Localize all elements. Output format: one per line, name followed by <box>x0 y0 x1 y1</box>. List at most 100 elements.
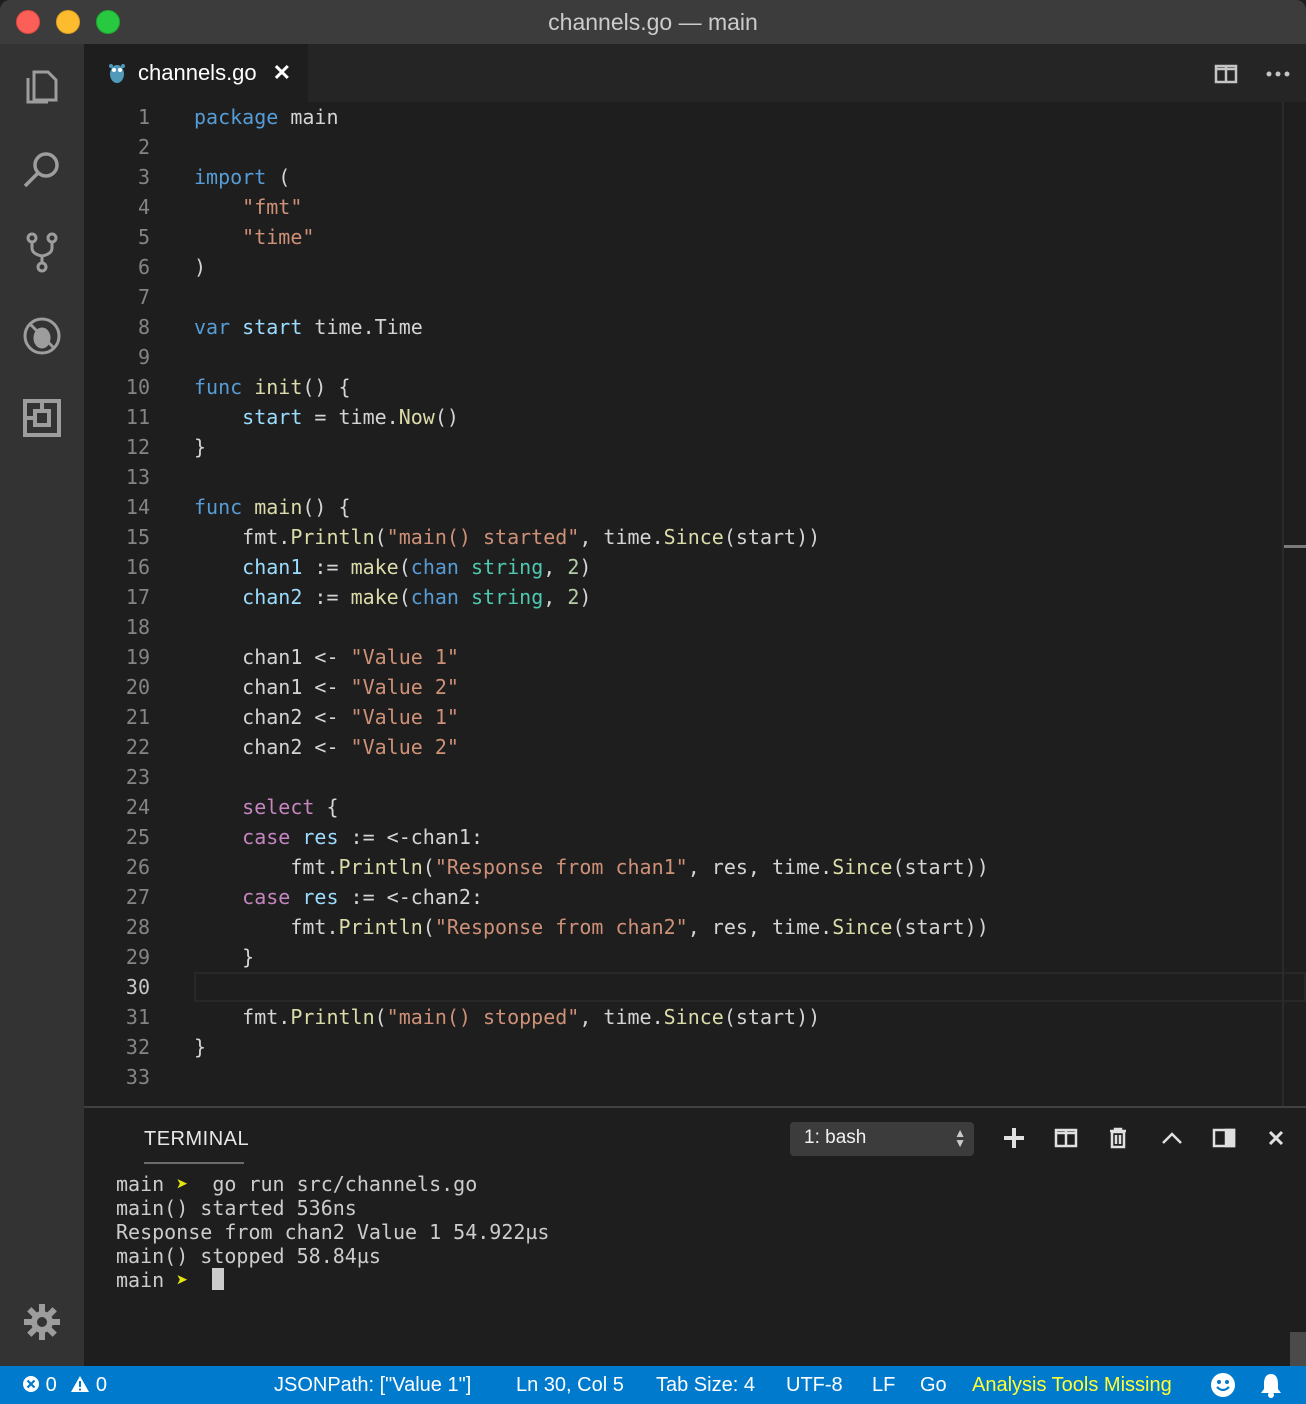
terminal-line: main ➤ go run src/channels.go <box>116 1172 478 1196</box>
tab-size[interactable]: Tab Size: 4 <box>656 1374 755 1397</box>
warning-count: 0 <box>95 1374 107 1396</box>
terminal-select-value: 1: bash <box>804 1127 867 1148</box>
new-terminal-button[interactable] <box>1000 1124 1028 1152</box>
code-line: 6) <box>137 255 207 279</box>
split-editor-button[interactable] <box>1212 60 1240 88</box>
trash-icon <box>1110 1127 1126 1149</box>
go-file-icon <box>109 64 125 83</box>
code-line: 13 <box>125 465 150 489</box>
split-terminal-icon <box>1054 1128 1078 1148</box>
terminal-line: Response from chan2 Value 1 54.922µs <box>116 1220 550 1244</box>
more-actions-button[interactable] <box>1264 60 1292 88</box>
code-line: 3 import ( <box>137 165 291 189</box>
debug-icon <box>23 317 61 355</box>
extensions-button[interactable] <box>18 394 66 442</box>
code-line: 2 <box>137 135 150 159</box>
window-title: channels.go — main <box>548 9 758 35</box>
close-icon <box>1268 1130 1284 1146</box>
tab-channels-go[interactable]: channels.go ✕ <box>84 44 308 102</box>
notifications-button[interactable] <box>1260 1372 1282 1404</box>
error-icon <box>23 1376 39 1392</box>
code-line: 26 fmt.Println("Response from chan1", re… <box>125 855 989 879</box>
code-line: 19 chan1 <- "Value 1" <box>125 645 459 669</box>
gear-icon <box>24 1304 60 1340</box>
code-line: 12} <box>125 435 207 459</box>
tab-terminal[interactable]: TERMINAL <box>144 1128 249 1151</box>
analysis-tools-warning[interactable]: Analysis Tools Missing <box>972 1374 1172 1397</box>
debug-button[interactable] <box>18 312 66 360</box>
kill-terminal-button[interactable] <box>1104 1124 1132 1152</box>
code-line: 8 var start time.Time <box>137 315 423 339</box>
files-icon <box>26 70 58 104</box>
code-line: 9 <box>137 345 150 369</box>
code-line: 5 "time" <box>137 225 315 249</box>
more-icon <box>1266 71 1290 77</box>
line-ending[interactable]: LF <box>872 1374 895 1397</box>
active-tab-indicator <box>144 1162 244 1164</box>
code-line: 21 chan2 <- "Value 1" <box>125 705 459 729</box>
code-line: 1 package main <box>137 105 339 129</box>
code-line: 11 start = time.Now() <box>125 405 459 429</box>
terminal-line: main ➤ <box>116 1268 549 1292</box>
panel-layout-icon <box>1212 1128 1236 1148</box>
activity-bar <box>0 44 84 1366</box>
editor-tab-bar: channels.go ✕ <box>84 44 1306 102</box>
explorer-button[interactable] <box>18 62 66 110</box>
code-line: 17 chan2 := make(chan string, 2) <box>125 585 592 609</box>
code-line: 32} <box>125 1035 207 1059</box>
code-line: 31 fmt.Println("main() stopped", time.Si… <box>125 1005 821 1029</box>
source-control-icon <box>26 232 58 273</box>
terminal-line: main() stopped 58.84µs <box>116 1244 381 1268</box>
tab-label: channels.go <box>138 60 257 85</box>
code-line: 22 chan2 <- "Value 2" <box>125 735 459 759</box>
code-line: 33 <box>125 1065 150 1089</box>
terminal-line: main() started 536ns <box>116 1196 357 1220</box>
tab-close-button[interactable]: ✕ <box>273 60 291 86</box>
code-line: 4 "fmt" <box>137 195 303 219</box>
search-button[interactable] <box>18 146 66 194</box>
code-line-active: 30 <box>125 975 150 999</box>
terminal-output[interactable]: main ➤ go run src/channels.go main() star… <box>116 1172 549 1292</box>
select-arrows-icon: ▲ ▼ <box>954 1126 966 1150</box>
code-editor[interactable]: 1 package main 2 3 import ( 4 "fmt" 5 "tim… <box>84 102 1306 1106</box>
code-line: 20 chan1 <- "Value 2" <box>125 675 459 699</box>
terminal-panel: TERMINAL 1: bash ▲ ▼ main ➤ go run src/ch… <box>84 1106 1306 1366</box>
toggle-panel-position-button[interactable] <box>1210 1124 1238 1152</box>
code-line: 24 select { <box>125 795 339 819</box>
chevron-up-icon <box>1162 1132 1182 1144</box>
terminal-cursor <box>212 1268 225 1290</box>
code-line: 25 case res := <-chan1: <box>125 825 484 849</box>
smiley-icon <box>1211 1373 1235 1397</box>
feedback-button[interactable] <box>1210 1372 1236 1404</box>
status-bar: 0 0 JSONPath: ["Value 1"] Ln 30, Col 5 T… <box>0 1366 1306 1404</box>
code-line: 7 <box>137 285 150 309</box>
error-count: 0 <box>45 1374 57 1396</box>
code-line: 18 <box>125 615 150 639</box>
plus-icon <box>1004 1128 1024 1148</box>
split-terminal-button[interactable] <box>1052 1124 1080 1152</box>
manage-button[interactable] <box>18 1298 66 1346</box>
code-line: 27 case res := <-chan2: <box>125 885 484 909</box>
split-editor-icon <box>1214 64 1238 84</box>
encoding[interactable]: UTF-8 <box>786 1374 843 1397</box>
cursor-position[interactable]: Ln 30, Col 5 <box>516 1374 624 1397</box>
jsonpath-indicator[interactable]: JSONPath: ["Value 1"] <box>274 1374 471 1397</box>
code-line: 29 } <box>125 945 255 969</box>
code-line: 28 fmt.Println("Response from chan2", re… <box>125 915 989 939</box>
extensions-icon <box>23 399 61 437</box>
search-icon <box>23 152 59 188</box>
title-bar: channels.go — main <box>0 0 1306 44</box>
problems-indicator[interactable]: 0 0 <box>22 1374 107 1397</box>
code-line: 16 chan1 := make(chan string, 2) <box>125 555 592 579</box>
code-line: 14 func main() { <box>125 495 351 519</box>
close-panel-button[interactable] <box>1262 1124 1290 1152</box>
terminal-select[interactable]: 1: bash ▲ ▼ <box>790 1122 974 1156</box>
bell-icon <box>1261 1374 1281 1398</box>
language-mode[interactable]: Go <box>920 1374 947 1397</box>
terminal-scrollbar[interactable] <box>1290 1332 1306 1366</box>
maximize-panel-button[interactable] <box>1158 1124 1186 1152</box>
code-line: 15 fmt.Println("main() started", time.Si… <box>125 525 821 549</box>
code-line: 10 func init() { <box>125 375 351 399</box>
code-line: 23 <box>125 765 150 789</box>
source-control-button[interactable] <box>18 228 66 276</box>
